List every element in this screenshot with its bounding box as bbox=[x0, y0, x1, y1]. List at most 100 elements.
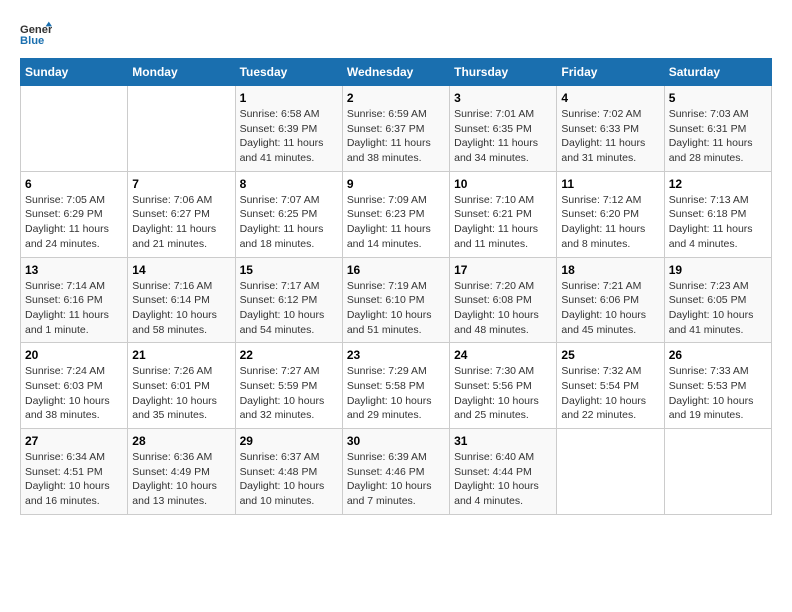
day-detail: Sunrise: 7:07 AMSunset: 6:25 PMDaylight:… bbox=[240, 193, 338, 252]
calendar-cell: 17 Sunrise: 7:20 AMSunset: 6:08 PMDayligh… bbox=[450, 257, 557, 343]
calendar-cell: 3 Sunrise: 7:01 AMSunset: 6:35 PMDaylight… bbox=[450, 86, 557, 172]
day-detail: Sunrise: 7:05 AMSunset: 6:29 PMDaylight:… bbox=[25, 193, 123, 252]
calendar-cell: 16 Sunrise: 7:19 AMSunset: 6:10 PMDayligh… bbox=[342, 257, 449, 343]
day-number: 12 bbox=[669, 177, 767, 191]
calendar-cell bbox=[21, 86, 128, 172]
day-detail: Sunrise: 7:19 AMSunset: 6:10 PMDaylight:… bbox=[347, 279, 445, 338]
day-detail: Sunrise: 6:58 AMSunset: 6:39 PMDaylight:… bbox=[240, 107, 338, 166]
day-header: Saturday bbox=[664, 59, 771, 86]
day-number: 24 bbox=[454, 348, 552, 362]
day-detail: Sunrise: 7:17 AMSunset: 6:12 PMDaylight:… bbox=[240, 279, 338, 338]
day-number: 3 bbox=[454, 91, 552, 105]
day-detail: Sunrise: 7:03 AMSunset: 6:31 PMDaylight:… bbox=[669, 107, 767, 166]
day-header: Monday bbox=[128, 59, 235, 86]
day-number: 2 bbox=[347, 91, 445, 105]
calendar-cell: 8 Sunrise: 7:07 AMSunset: 6:25 PMDaylight… bbox=[235, 171, 342, 257]
calendar-cell: 12 Sunrise: 7:13 AMSunset: 6:18 PMDayligh… bbox=[664, 171, 771, 257]
day-detail: Sunrise: 7:21 AMSunset: 6:06 PMDaylight:… bbox=[561, 279, 659, 338]
calendar-week-row: 27 Sunrise: 6:34 AMSunset: 4:51 PMDayligh… bbox=[21, 429, 772, 515]
day-detail: Sunrise: 6:39 AMSunset: 4:46 PMDaylight:… bbox=[347, 450, 445, 509]
calendar-cell bbox=[664, 429, 771, 515]
day-number: 6 bbox=[25, 177, 123, 191]
day-number: 16 bbox=[347, 263, 445, 277]
day-detail: Sunrise: 6:36 AMSunset: 4:49 PMDaylight:… bbox=[132, 450, 230, 509]
day-detail: Sunrise: 6:34 AMSunset: 4:51 PMDaylight:… bbox=[25, 450, 123, 509]
day-number: 10 bbox=[454, 177, 552, 191]
calendar-week-row: 13 Sunrise: 7:14 AMSunset: 6:16 PMDayligh… bbox=[21, 257, 772, 343]
day-detail: Sunrise: 7:16 AMSunset: 6:14 PMDaylight:… bbox=[132, 279, 230, 338]
calendar-cell: 19 Sunrise: 7:23 AMSunset: 6:05 PMDayligh… bbox=[664, 257, 771, 343]
day-detail: Sunrise: 6:40 AMSunset: 4:44 PMDaylight:… bbox=[454, 450, 552, 509]
calendar-cell: 1 Sunrise: 6:58 AMSunset: 6:39 PMDaylight… bbox=[235, 86, 342, 172]
calendar-cell: 29 Sunrise: 6:37 AMSunset: 4:48 PMDayligh… bbox=[235, 429, 342, 515]
logo: General Blue bbox=[20, 20, 56, 48]
calendar-cell: 15 Sunrise: 7:17 AMSunset: 6:12 PMDayligh… bbox=[235, 257, 342, 343]
day-number: 27 bbox=[25, 434, 123, 448]
calendar-cell: 18 Sunrise: 7:21 AMSunset: 6:06 PMDayligh… bbox=[557, 257, 664, 343]
day-number: 5 bbox=[669, 91, 767, 105]
day-number: 18 bbox=[561, 263, 659, 277]
calendar-week-row: 20 Sunrise: 7:24 AMSunset: 6:03 PMDayligh… bbox=[21, 343, 772, 429]
day-header: Tuesday bbox=[235, 59, 342, 86]
calendar-cell: 7Sunrise: 7:06 AMSunset: 6:27 PMDaylight… bbox=[128, 171, 235, 257]
calendar-cell: 23 Sunrise: 7:29 AMSunset: 5:58 PMDayligh… bbox=[342, 343, 449, 429]
calendar-cell: 20 Sunrise: 7:24 AMSunset: 6:03 PMDayligh… bbox=[21, 343, 128, 429]
day-detail: Sunrise: 7:26 AMSunset: 6:01 PMDaylight:… bbox=[132, 364, 230, 423]
calendar-cell: 25 Sunrise: 7:32 AMSunset: 5:54 PMDayligh… bbox=[557, 343, 664, 429]
day-number: 30 bbox=[347, 434, 445, 448]
day-number: 4 bbox=[561, 91, 659, 105]
day-detail: Sunrise: 7:29 AMSunset: 5:58 PMDaylight:… bbox=[347, 364, 445, 423]
calendar-cell: 28 Sunrise: 6:36 AMSunset: 4:49 PMDayligh… bbox=[128, 429, 235, 515]
calendar-cell: 30 Sunrise: 6:39 AMSunset: 4:46 PMDayligh… bbox=[342, 429, 449, 515]
day-detail: Sunrise: 7:27 AMSunset: 5:59 PMDaylight:… bbox=[240, 364, 338, 423]
day-header: Wednesday bbox=[342, 59, 449, 86]
day-number: 11 bbox=[561, 177, 659, 191]
calendar-cell: 24 Sunrise: 7:30 AMSunset: 5:56 PMDayligh… bbox=[450, 343, 557, 429]
calendar-cell: 2 Sunrise: 6:59 AMSunset: 6:37 PMDaylight… bbox=[342, 86, 449, 172]
day-number: 25 bbox=[561, 348, 659, 362]
day-detail: Sunrise: 7:23 AMSunset: 6:05 PMDaylight:… bbox=[669, 279, 767, 338]
day-detail: Sunrise: 7:02 AMSunset: 6:33 PMDaylight:… bbox=[561, 107, 659, 166]
day-number: 7 bbox=[132, 177, 230, 191]
day-detail: Sunrise: 7:24 AMSunset: 6:03 PMDaylight:… bbox=[25, 364, 123, 423]
calendar-cell: 5 Sunrise: 7:03 AMSunset: 6:31 PMDaylight… bbox=[664, 86, 771, 172]
day-number: 28 bbox=[132, 434, 230, 448]
day-number: 14 bbox=[132, 263, 230, 277]
day-number: 31 bbox=[454, 434, 552, 448]
day-number: 13 bbox=[25, 263, 123, 277]
day-detail: Sunrise: 7:01 AMSunset: 6:35 PMDaylight:… bbox=[454, 107, 552, 166]
calendar-cell: 4 Sunrise: 7:02 AMSunset: 6:33 PMDaylight… bbox=[557, 86, 664, 172]
calendar-cell: 21 Sunrise: 7:26 AMSunset: 6:01 PMDayligh… bbox=[128, 343, 235, 429]
day-detail: Sunrise: 7:14 AMSunset: 6:16 PMDaylight:… bbox=[25, 279, 123, 338]
day-detail: Sunrise: 7:30 AMSunset: 5:56 PMDaylight:… bbox=[454, 364, 552, 423]
header: General Blue bbox=[20, 20, 772, 48]
calendar-cell: 26Sunrise: 7:33 AMSunset: 5:53 PMDayligh… bbox=[664, 343, 771, 429]
day-detail: Sunrise: 7:13 AMSunset: 6:18 PMDaylight:… bbox=[669, 193, 767, 252]
calendar-cell: 11 Sunrise: 7:12 AMSunset: 6:20 PMDayligh… bbox=[557, 171, 664, 257]
calendar-cell: 9Sunrise: 7:09 AMSunset: 6:23 PMDaylight… bbox=[342, 171, 449, 257]
logo-icon: General Blue bbox=[20, 20, 52, 48]
day-detail: Sunrise: 7:20 AMSunset: 6:08 PMDaylight:… bbox=[454, 279, 552, 338]
day-detail: Sunrise: 7:09 AMSunset: 6:23 PMDaylight:… bbox=[347, 193, 445, 252]
day-header: Friday bbox=[557, 59, 664, 86]
day-number: 8 bbox=[240, 177, 338, 191]
day-number: 21 bbox=[132, 348, 230, 362]
calendar-cell: 27 Sunrise: 6:34 AMSunset: 4:51 PMDayligh… bbox=[21, 429, 128, 515]
day-detail: Sunrise: 7:12 AMSunset: 6:20 PMDaylight:… bbox=[561, 193, 659, 252]
day-number: 29 bbox=[240, 434, 338, 448]
day-number: 17 bbox=[454, 263, 552, 277]
day-detail: Sunrise: 6:59 AMSunset: 6:37 PMDaylight:… bbox=[347, 107, 445, 166]
day-detail: Sunrise: 6:37 AMSunset: 4:48 PMDaylight:… bbox=[240, 450, 338, 509]
day-detail: Sunrise: 7:10 AMSunset: 6:21 PMDaylight:… bbox=[454, 193, 552, 252]
day-number: 23 bbox=[347, 348, 445, 362]
day-number: 20 bbox=[25, 348, 123, 362]
day-header: Thursday bbox=[450, 59, 557, 86]
svg-text:Blue: Blue bbox=[20, 35, 44, 47]
calendar-cell: 13 Sunrise: 7:14 AMSunset: 6:16 PMDayligh… bbox=[21, 257, 128, 343]
day-number: 19 bbox=[669, 263, 767, 277]
header-row: SundayMondayTuesdayWednesdayThursdayFrid… bbox=[21, 59, 772, 86]
calendar-week-row: 6 Sunrise: 7:05 AMSunset: 6:29 PMDaylight… bbox=[21, 171, 772, 257]
day-detail: Sunrise: 7:32 AMSunset: 5:54 PMDaylight:… bbox=[561, 364, 659, 423]
day-number: 15 bbox=[240, 263, 338, 277]
day-number: 1 bbox=[240, 91, 338, 105]
